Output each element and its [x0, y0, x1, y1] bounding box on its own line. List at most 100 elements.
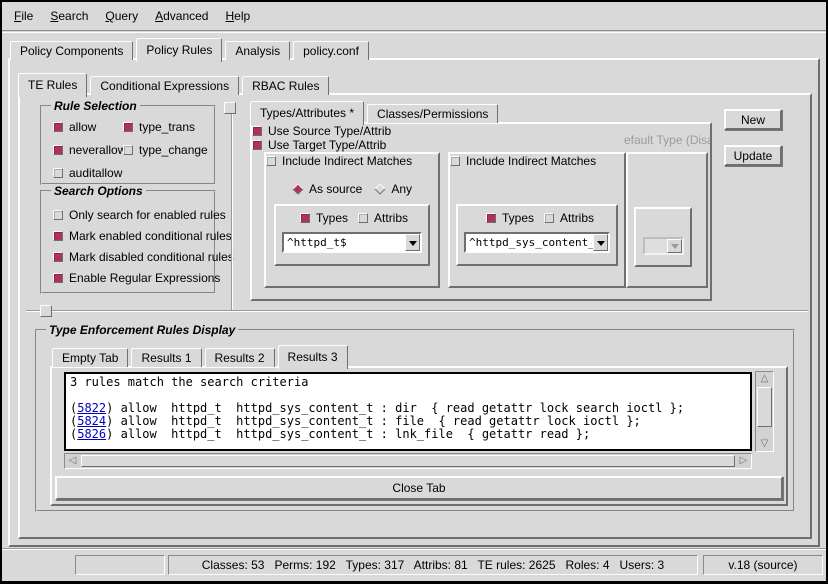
checkbox-label: Use Source Type/Attrib	[268, 124, 391, 138]
checkbox-label: Include Indirect Matches	[282, 154, 412, 168]
radio-any[interactable]: Any	[376, 182, 412, 196]
checkbox-label: allow	[69, 120, 96, 134]
target-type-entry[interactable]: ^httpd_sys_content_t$	[464, 232, 610, 253]
checkbox-only-search-for-enabled-rules[interactable]: Only search for enabled rules	[53, 208, 234, 222]
results-page: 3 rules match the search criteria(5822) …	[50, 366, 788, 506]
vertical-sash[interactable]	[231, 102, 233, 310]
rule-selection-col2: type_trans type_change	[123, 120, 208, 166]
checkbox-indicator-icon	[53, 145, 63, 155]
checkbox-indicator-icon	[486, 213, 496, 223]
menubar-separator	[2, 30, 826, 33]
checkbox-type-change[interactable]: type_change	[123, 143, 208, 157]
ta-tab: Types/Attributes *Classes/Permissions	[250, 100, 501, 123]
checkbox-indicator-icon	[123, 145, 133, 155]
scroll-up-icon[interactable]: △	[756, 372, 773, 386]
main-tab-policy-components[interactable]: Policy Components	[10, 41, 133, 60]
checkbox-include-indirect-matches[interactable]: Include Indirect Matches	[266, 154, 438, 168]
default-type-frame	[626, 152, 708, 288]
search-options-title: Search Options	[51, 184, 146, 198]
status-version: v.18 (source)	[703, 555, 823, 575]
rule-tab-te-rules[interactable]: TE Rules	[18, 73, 87, 97]
rule-selection-group: Rule Selection allowneverallowauditallow…	[40, 105, 216, 185]
checkbox-label: neverallow	[69, 143, 126, 157]
checkbox-label: Use Target Type/Attrib	[268, 138, 386, 152]
status-empty-box	[75, 555, 165, 575]
chevron-down-icon	[409, 241, 417, 250]
results-tab-results-2[interactable]: Results 2	[205, 348, 275, 367]
main-tab-policy-rules[interactable]: Policy Rules	[136, 38, 222, 62]
results-text[interactable]: 3 rules match the search criteria(5822) …	[64, 372, 752, 451]
checkbox-allow[interactable]: allow	[53, 120, 126, 134]
checkbox-neverallow[interactable]: neverallow	[53, 143, 126, 157]
main-tab-policy-conf[interactable]: policy.conf	[293, 41, 369, 60]
new-button[interactable]: New	[724, 109, 782, 130]
menu-query[interactable]: Query	[99, 9, 144, 23]
vertical-sash-handle[interactable]	[224, 102, 236, 114]
scroll-left-icon[interactable]: ◁	[65, 454, 80, 468]
checkbox-mark-disabled-conditional-rules[interactable]: Mark disabled conditional rules	[53, 250, 234, 264]
rule-link-5822[interactable]: 5822	[77, 401, 106, 415]
results-tab-results-1[interactable]: Results 1	[131, 348, 201, 367]
menu-file[interactable]: File	[8, 9, 39, 23]
scroll-right-icon[interactable]: ▷	[736, 454, 751, 468]
menu-advanced[interactable]: Advanced	[149, 9, 214, 23]
checkbox-label: auditallow	[69, 166, 122, 180]
checkbox-label: type_change	[139, 143, 208, 157]
apol-window: File Search Query Advanced Help Policy Compo…	[0, 0, 828, 584]
results-summary: 3 rules match the search criteria	[70, 376, 746, 389]
policy-rules-page: TE RulesConditional ExpressionsRBAC Rule…	[8, 58, 820, 547]
checkbox-label: Types	[502, 211, 534, 225]
rule-link-5824[interactable]: 5824	[77, 414, 106, 428]
checkbox-attribs[interactable]: Attribs	[544, 211, 594, 225]
checkbox-indicator-icon	[266, 156, 276, 166]
ta-tab-classes-permissions[interactable]: Classes/Permissions	[367, 104, 498, 123]
checkbox-auditallow[interactable]: auditallow	[53, 166, 126, 180]
update-button[interactable]: Update	[724, 145, 782, 166]
checkbox-types[interactable]: Types	[300, 211, 348, 225]
checkbox-mark-enabled-conditional-rules[interactable]: Mark enabled conditional rules	[53, 229, 234, 243]
checkbox-label: Only search for enabled rules	[69, 208, 226, 222]
default-type-combobox	[643, 237, 684, 255]
source-type-combobox: ^httpd_t$	[282, 232, 422, 253]
radio-as-source[interactable]: As source	[294, 182, 362, 196]
checkbox-indicator-icon	[252, 126, 262, 136]
results-horizontal-scrollbar[interactable]: ◁ ▷	[64, 453, 752, 469]
vertical-scroll-thumb[interactable]	[757, 387, 772, 427]
horizontal-sash-handle[interactable]	[40, 305, 52, 317]
horizontal-sash[interactable]	[26, 310, 808, 312]
source-type-entry[interactable]: ^httpd_t$	[282, 232, 422, 253]
checkbox-label: Mark disabled conditional rules	[69, 250, 234, 264]
radio-indicator-icon	[375, 183, 386, 194]
checkbox-types[interactable]: Types	[486, 211, 534, 225]
scroll-down-icon[interactable]: ▽	[756, 437, 773, 451]
target-kind-checks: Types Attribs	[486, 211, 594, 225]
source-combo-dropdown-button[interactable]	[405, 234, 420, 251]
results-tab-results-3[interactable]: Results 3	[278, 345, 348, 369]
checkbox-label: Attribs	[560, 211, 594, 225]
rule-link-5826[interactable]: 5826	[77, 427, 106, 441]
checkbox-indicator-icon	[53, 231, 63, 241]
results-tab-empty-tab[interactable]: Empty Tab	[52, 348, 128, 367]
rule-tab-rbac-rules[interactable]: RBAC Rules	[242, 76, 329, 95]
ta-tab-types-attributes[interactable]: Types/Attributes *	[250, 101, 364, 125]
target-combo-dropdown-button[interactable]	[593, 234, 608, 251]
search-options-list: Only search for enabled rules Mark enable…	[53, 208, 234, 292]
rule-tab-conditional-expressions[interactable]: Conditional Expressions	[90, 76, 239, 95]
results-vertical-scrollbar[interactable]: △ ▽	[755, 371, 774, 452]
checkbox-label: type_trans	[139, 120, 195, 134]
checkbox-include-indirect-matches[interactable]: Include Indirect Matches	[450, 154, 624, 168]
checkbox-enable-regular-expressions[interactable]: Enable Regular Expressions	[53, 271, 234, 285]
main-tab-analysis[interactable]: Analysis	[225, 41, 290, 60]
menu-search[interactable]: Search	[44, 9, 94, 23]
rule-selection-col1: allow neverallow auditallow	[53, 120, 126, 189]
radio-label: As source	[309, 182, 362, 196]
chevron-down-icon	[597, 241, 605, 250]
checkbox-indicator-icon	[123, 122, 133, 132]
menu-help[interactable]: Help	[219, 9, 256, 23]
checkbox-indicator-icon	[53, 252, 63, 262]
checkbox-attribs[interactable]: Attribs	[358, 211, 408, 225]
close-tab-button[interactable]: Close Tab	[55, 476, 783, 500]
horizontal-scroll-thumb[interactable]	[81, 455, 735, 467]
checkbox-type-trans[interactable]: type_trans	[123, 120, 208, 134]
status-stats: Classes: 53 Perms: 192 Types: 317 Attrib…	[168, 555, 698, 575]
